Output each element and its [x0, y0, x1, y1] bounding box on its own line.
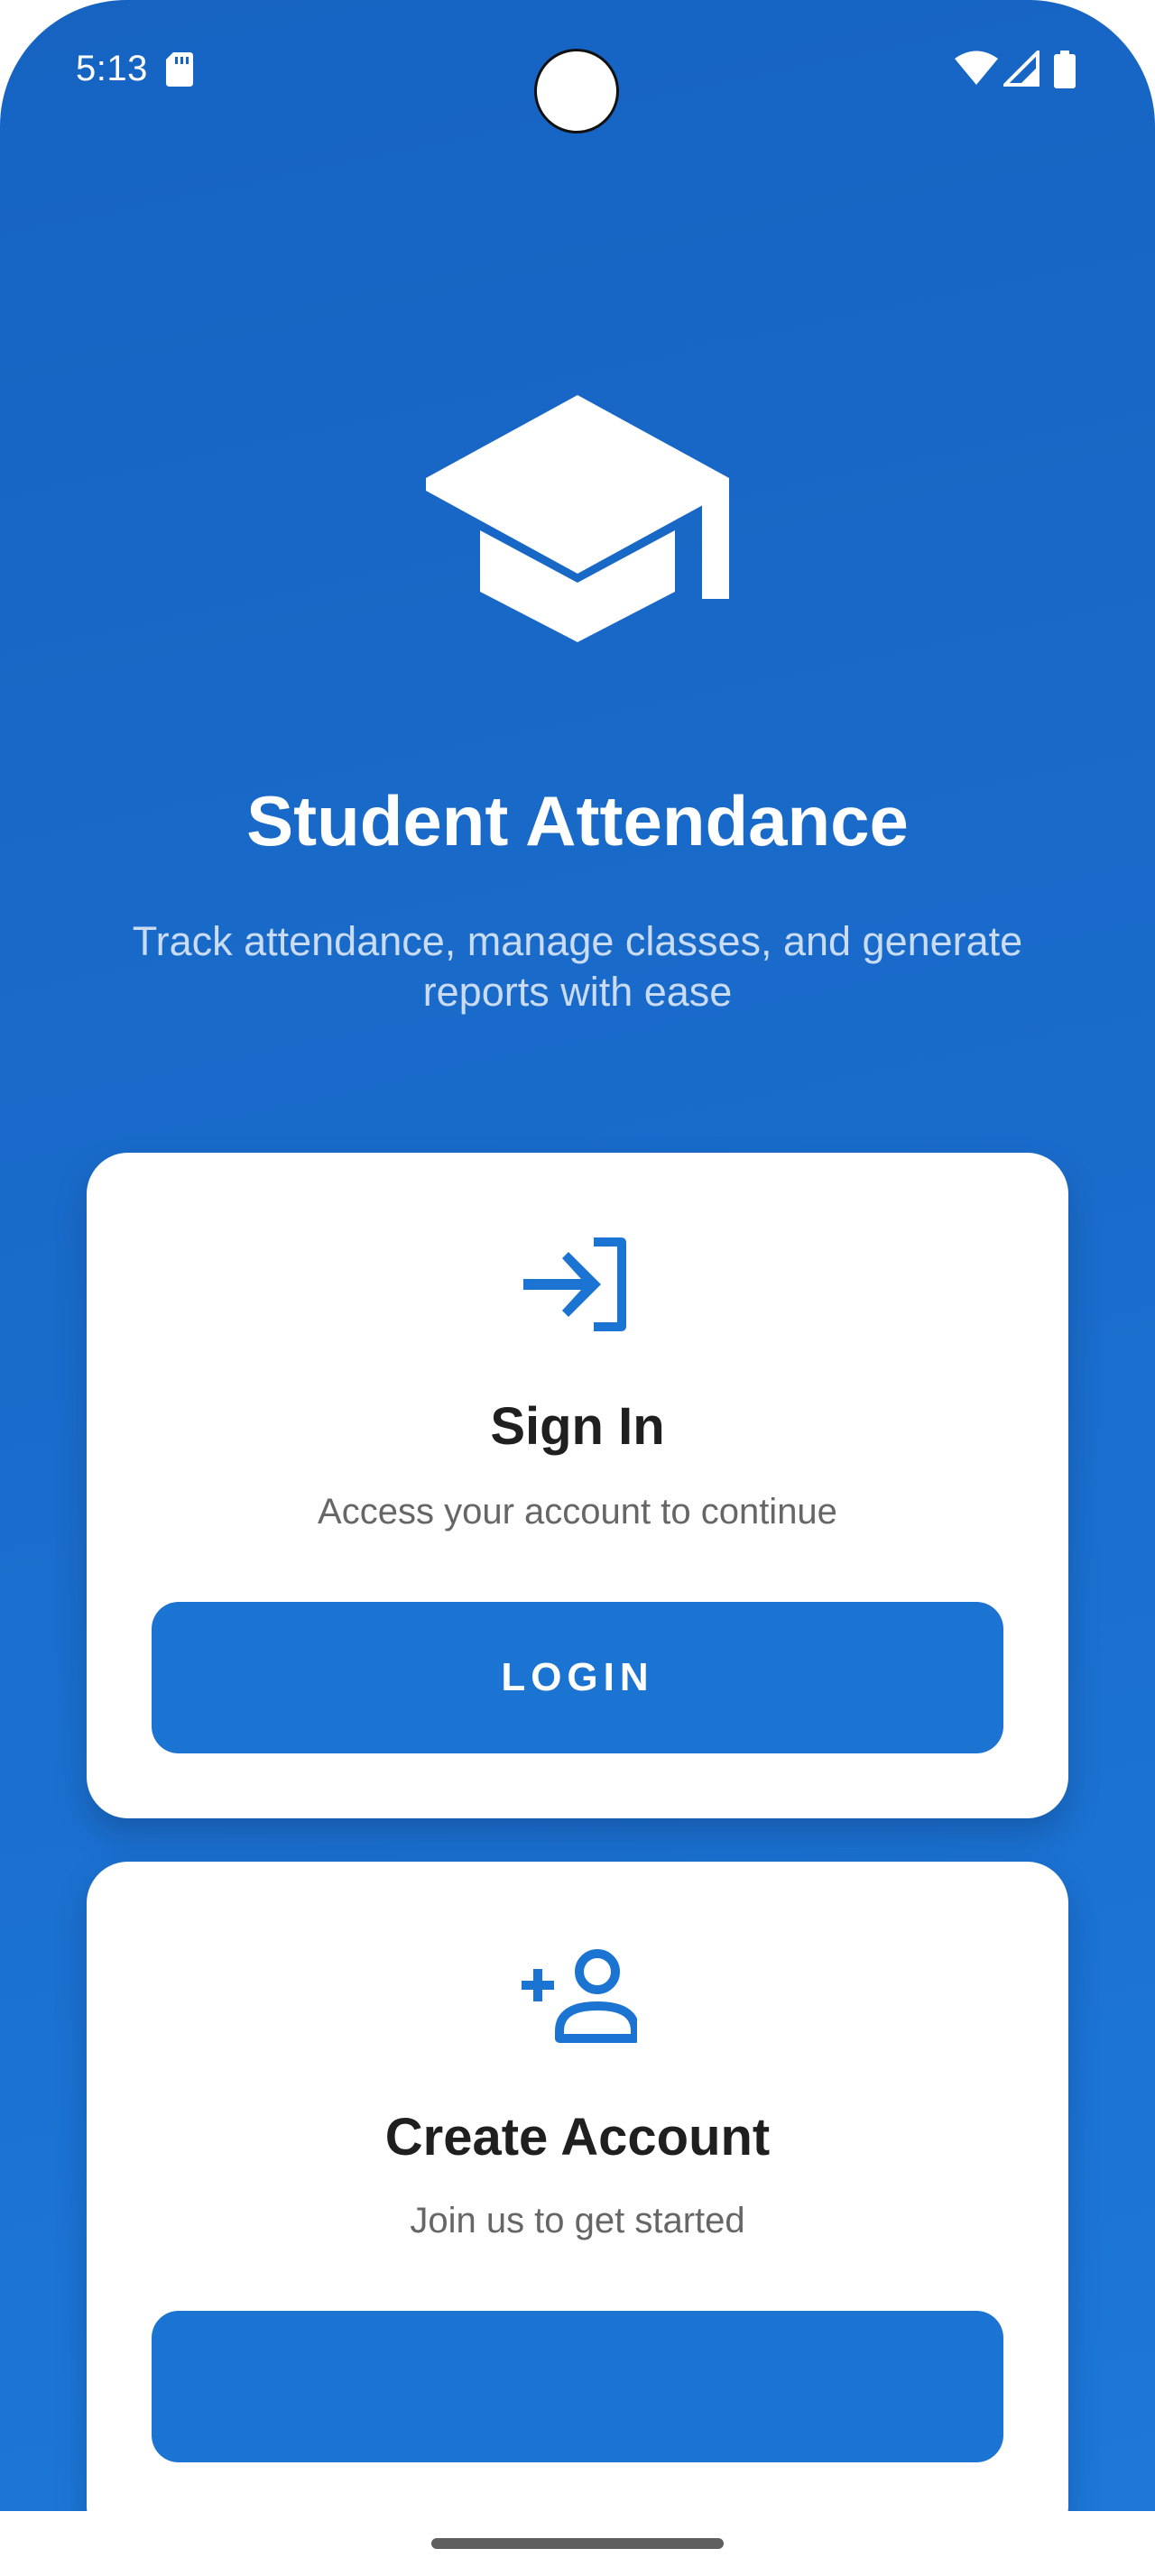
app-title: Student Attendance — [246, 781, 909, 860]
sd-card-icon — [166, 52, 193, 87]
create-account-title: Create Account — [384, 2108, 771, 2167]
login-icon — [523, 1237, 626, 1331]
cellular-signal-icon — [1003, 51, 1040, 87]
create-account-description: Join us to get started — [410, 2201, 745, 2240]
graduation-cap-icon — [426, 395, 729, 642]
login-button[interactable]: LOGIN — [152, 1602, 1003, 1753]
device-frame: 5:13 Student Attendance Track attendance… — [0, 0, 1155, 2576]
status-bar: 5:13 — [0, 0, 1155, 135]
signin-card: Sign In Access your account to continue … — [87, 1153, 1068, 1818]
camera-cutout — [534, 49, 619, 133]
app-screen: 5:13 Student Attendance Track attendance… — [0, 0, 1155, 2511]
signin-description: Access your account to continue — [318, 1492, 837, 1532]
signin-title: Sign In — [490, 1397, 665, 1456]
battery-icon — [1054, 51, 1076, 88]
home-indicator[interactable] — [431, 2538, 724, 2549]
create-account-button[interactable] — [152, 2311, 1003, 2462]
person-add-icon — [522, 1949, 637, 2043]
wifi-icon — [955, 51, 998, 85]
create-account-card: Create Account Join us to get started — [87, 1862, 1068, 2511]
status-time: 5:13 — [76, 49, 148, 88]
app-subtitle: Track attendance, manage classes, and ge… — [132, 918, 1023, 1015]
